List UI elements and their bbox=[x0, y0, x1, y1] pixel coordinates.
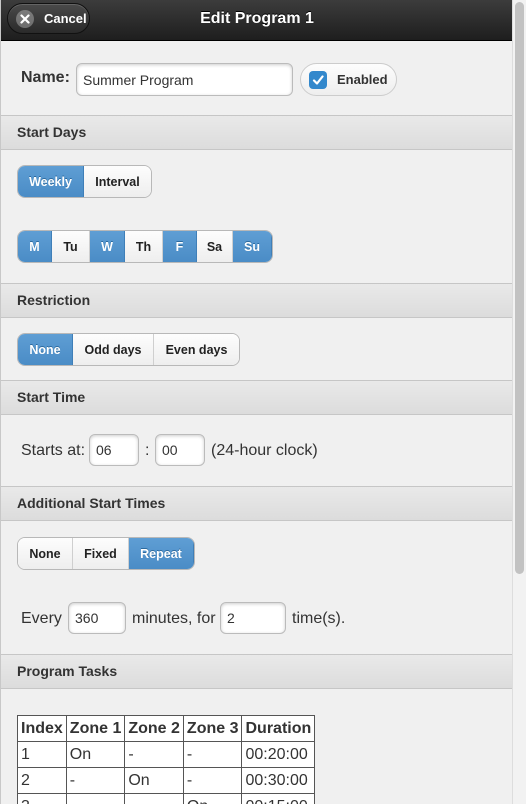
column-header: Zone 3 bbox=[182, 715, 243, 742]
table-cell: 2 bbox=[17, 767, 67, 794]
mode-weekly-button[interactable]: Weekly bbox=[18, 166, 84, 197]
table-cell: 00:15:00 bbox=[241, 793, 316, 804]
table-cell: 3 bbox=[17, 793, 67, 804]
table-cell: 1 bbox=[17, 741, 67, 768]
mode-interval-button[interactable]: Interval bbox=[84, 166, 151, 197]
table-cell: On bbox=[65, 741, 126, 768]
column-header: Zone 1 bbox=[65, 715, 126, 742]
starts-at-label: Starts at: bbox=[21, 442, 86, 459]
additional-start-times-header: Additional Start Times bbox=[1, 486, 512, 521]
restriction-even-days-button[interactable]: Even days bbox=[154, 334, 239, 365]
start-time-header: Start Time bbox=[1, 380, 512, 415]
close-icon bbox=[16, 9, 34, 28]
restriction-none-button[interactable]: None bbox=[18, 334, 73, 365]
table-cell: - bbox=[124, 741, 184, 768]
program-name-input[interactable] bbox=[76, 63, 293, 96]
restriction-header: Restriction bbox=[1, 283, 512, 318]
day-saturday-button[interactable]: Sa bbox=[197, 231, 233, 262]
day-monday-button[interactable]: M bbox=[18, 231, 52, 262]
start-days-mode-control: Weekly Interval bbox=[17, 165, 152, 198]
day-friday-button[interactable]: F bbox=[163, 231, 197, 262]
clock-format-note: (24-hour clock) bbox=[211, 442, 318, 459]
table-cell: 00:30:00 bbox=[241, 767, 316, 794]
edit-program-page: Edit Program 1 Cancel Name: Enabled Star… bbox=[0, 0, 512, 804]
table-cell: - bbox=[65, 767, 126, 794]
table-cell: 00:20:00 bbox=[241, 741, 316, 768]
minutes-for-label: minutes, for bbox=[132, 610, 216, 627]
table-cell: - bbox=[182, 767, 243, 794]
times-label: time(s). bbox=[292, 610, 346, 627]
additional-repeat-button[interactable]: Repeat bbox=[129, 538, 194, 569]
page-scrollbar[interactable] bbox=[512, 0, 526, 804]
name-row: Name: Enabled bbox=[1, 42, 512, 115]
start-hour-input[interactable] bbox=[89, 434, 139, 466]
scrollbar-thumb[interactable] bbox=[515, 2, 524, 574]
table-cell: - bbox=[182, 741, 243, 768]
additional-none-button[interactable]: None bbox=[18, 538, 73, 569]
column-header: Zone 2 bbox=[124, 715, 184, 742]
enabled-checkbox[interactable]: Enabled bbox=[300, 63, 397, 96]
cancel-label: Cancel bbox=[44, 11, 87, 26]
checkmark-icon bbox=[309, 70, 327, 89]
table-row[interactable]: 2 - On - 00:30:00 bbox=[17, 767, 316, 794]
header-bar: Edit Program 1 Cancel bbox=[1, 0, 512, 41]
time-separator: : bbox=[145, 442, 150, 459]
repeat-count-input[interactable] bbox=[220, 602, 286, 634]
day-wednesday-button[interactable]: W bbox=[90, 231, 125, 262]
start-days-header: Start Days bbox=[1, 115, 512, 150]
restriction-control: None Odd days Even days bbox=[17, 333, 240, 366]
enabled-label: Enabled bbox=[337, 72, 388, 87]
start-minute-input[interactable] bbox=[155, 434, 205, 466]
program-tasks-header: Program Tasks bbox=[1, 654, 512, 689]
additional-start-times-control: None Fixed Repeat bbox=[17, 537, 195, 570]
column-header: Duration bbox=[241, 715, 316, 742]
table-cell: - bbox=[124, 793, 184, 804]
program-tasks-table: Index Zone 1 Zone 2 Zone 3 Duration 1 On… bbox=[17, 715, 316, 804]
additional-fixed-button[interactable]: Fixed bbox=[73, 538, 129, 569]
table-cell: On bbox=[182, 793, 243, 804]
table-row[interactable]: 3 - - On 00:15:00 bbox=[17, 793, 316, 804]
restriction-odd-days-button[interactable]: Odd days bbox=[73, 334, 154, 365]
day-sunday-button[interactable]: Su bbox=[233, 231, 272, 262]
day-thursday-button[interactable]: Th bbox=[125, 231, 163, 262]
name-label: Name: bbox=[21, 69, 70, 86]
weekday-selector: M Tu W Th F Sa Su bbox=[17, 230, 273, 263]
every-label: Every bbox=[21, 610, 62, 627]
table-header-row: Index Zone 1 Zone 2 Zone 3 Duration bbox=[17, 715, 316, 742]
table-cell: On bbox=[124, 767, 184, 794]
day-tuesday-button[interactable]: Tu bbox=[52, 231, 90, 262]
cancel-button[interactable]: Cancel bbox=[7, 3, 90, 34]
repeat-interval-input[interactable] bbox=[68, 602, 126, 634]
table-row[interactable]: 1 On - - 00:20:00 bbox=[17, 741, 316, 768]
table-cell: - bbox=[65, 793, 126, 804]
column-header: Index bbox=[17, 715, 67, 742]
